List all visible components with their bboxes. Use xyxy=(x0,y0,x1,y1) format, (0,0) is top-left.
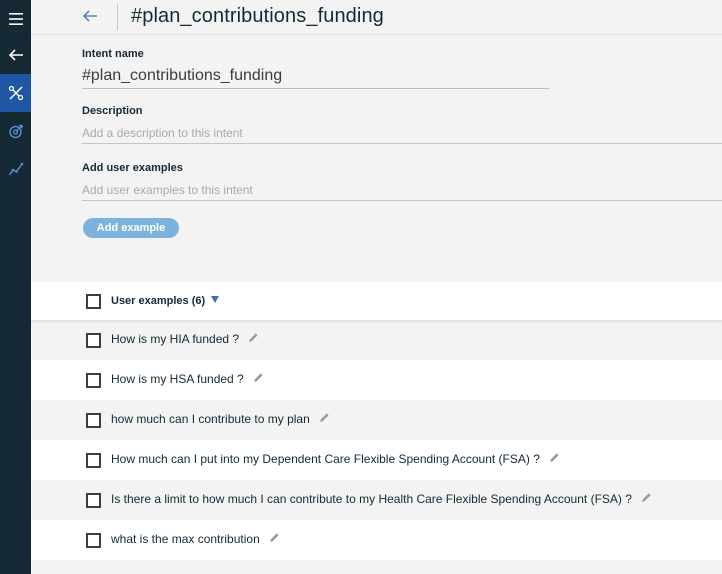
left-rail xyxy=(0,0,31,574)
pencil-icon[interactable] xyxy=(549,452,560,466)
example-text[interactable]: what is the max contribution xyxy=(111,532,260,546)
rail-improve-button[interactable] xyxy=(0,112,31,150)
pencil-icon[interactable] xyxy=(253,372,264,386)
select-all-checkbox[interactable] xyxy=(86,294,101,309)
analytics-icon xyxy=(8,162,23,176)
list-item: what is the max contribution xyxy=(31,520,722,560)
example-checkbox[interactable] xyxy=(86,413,101,428)
page-title: #plan_contributions_funding xyxy=(131,5,384,27)
pencil-icon[interactable] xyxy=(269,532,280,546)
example-text[interactable]: How much can I put into my Dependent Car… xyxy=(111,452,540,466)
example-checkbox[interactable] xyxy=(86,333,101,348)
description-input[interactable] xyxy=(82,123,722,144)
add-example-button[interactable]: Add example xyxy=(83,218,179,238)
menu-button[interactable] xyxy=(0,0,31,38)
intent-name-input[interactable] xyxy=(82,64,549,89)
pencil-icon[interactable] xyxy=(319,412,330,426)
list-item: How much can I put into my Dependent Car… xyxy=(31,440,722,480)
tools-icon xyxy=(8,85,23,101)
example-checkbox[interactable] xyxy=(86,493,101,508)
target-icon xyxy=(8,124,23,139)
list-item: Is there a limit to how much I can contr… xyxy=(31,480,722,520)
pencil-icon[interactable] xyxy=(641,492,652,506)
header-divider xyxy=(117,4,118,30)
menu-icon xyxy=(8,13,23,25)
example-text[interactable]: how much can I contribute to my plan xyxy=(111,412,310,426)
back-arrow-icon xyxy=(8,49,23,61)
examples-count-label: User examples (6) xyxy=(111,295,206,307)
back-button[interactable] xyxy=(81,6,99,26)
rail-build-button[interactable] xyxy=(0,74,31,112)
main-panel: #plan_contributions_funding Intent name … xyxy=(31,0,722,574)
page-header: #plan_contributions_funding xyxy=(31,0,722,35)
rail-back-button[interactable] xyxy=(0,36,31,74)
example-checkbox[interactable] xyxy=(86,373,101,388)
example-text[interactable]: How is my HSA funded ? xyxy=(111,372,244,386)
pencil-icon[interactable] xyxy=(248,332,259,346)
rail-analytics-button[interactable] xyxy=(0,150,31,188)
example-text[interactable]: Is there a limit to how much I can contr… xyxy=(111,492,632,506)
add-example-input[interactable] xyxy=(82,180,722,201)
list-item: How is my HSA funded ? xyxy=(31,360,722,400)
example-checkbox[interactable] xyxy=(86,453,101,468)
list-item: how much can I contribute to my plan xyxy=(31,400,722,440)
sort-caret-icon[interactable] xyxy=(211,296,219,303)
example-text[interactable]: How is my HIA funded ? xyxy=(111,332,239,346)
example-checkbox[interactable] xyxy=(86,533,101,548)
list-item: How is my HIA funded ? xyxy=(31,320,722,360)
intent-name-label: Intent name xyxy=(82,48,144,60)
examples-list-header: User examples (6) xyxy=(31,282,722,321)
description-label: Description xyxy=(82,105,143,117)
back-arrow-icon xyxy=(83,10,97,22)
add-examples-label: Add user examples xyxy=(82,162,183,174)
